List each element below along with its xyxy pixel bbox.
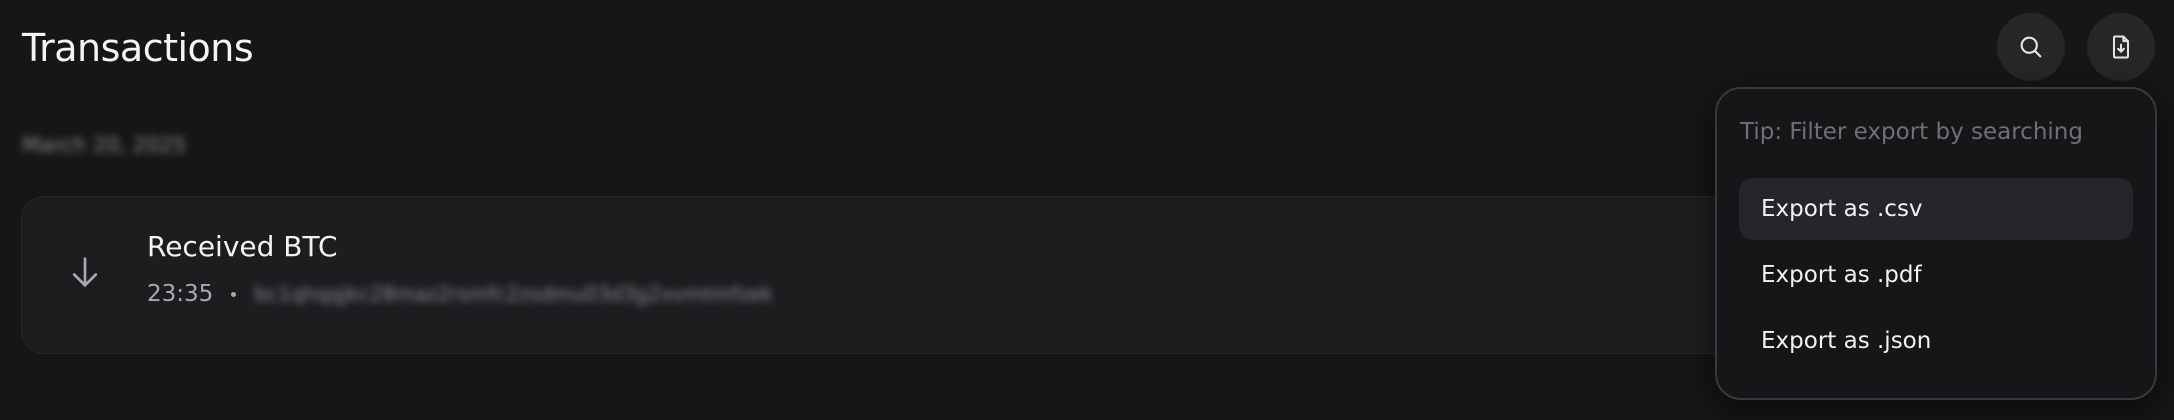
transaction-address: bc1qhqqjkc28maz2rsmfc2zsdmu03d3g2xvmtmfz… [254,282,773,306]
transaction-direction [62,249,108,295]
export-dropdown-menu: Tip: Filter export by searching Export a… [1715,87,2157,400]
page-title: Transactions [22,26,254,70]
export-button[interactable] [2087,13,2155,81]
export-csv-option[interactable]: Export as .csv [1739,178,2133,240]
arrow-down-icon [72,257,98,287]
transaction-title: Received BTC [147,230,338,263]
search-button[interactable] [1997,13,2065,81]
export-pdf-option[interactable]: Export as .pdf [1739,244,2133,306]
transaction-meta: 23:35 bc1qhqqjkc28maz2rsmfc2zsdmu03d3g2x… [147,277,773,311]
file-download-icon [2113,35,2129,59]
transaction-row[interactable]: Received BTC 23:35 bc1qhqqjkc28maz2rsmfc… [21,196,1821,354]
transactions-page: Transactions March 20, 2025 Received BTC… [0,0,2174,420]
transaction-time: 23:35 [147,281,214,307]
export-json-option[interactable]: Export as .json [1739,310,2133,372]
date-group-header: March 20, 2025 [22,133,187,157]
search-icon [2020,36,2042,58]
separator-dot [231,291,237,297]
export-tip: Tip: Filter export by searching [1740,119,2083,145]
